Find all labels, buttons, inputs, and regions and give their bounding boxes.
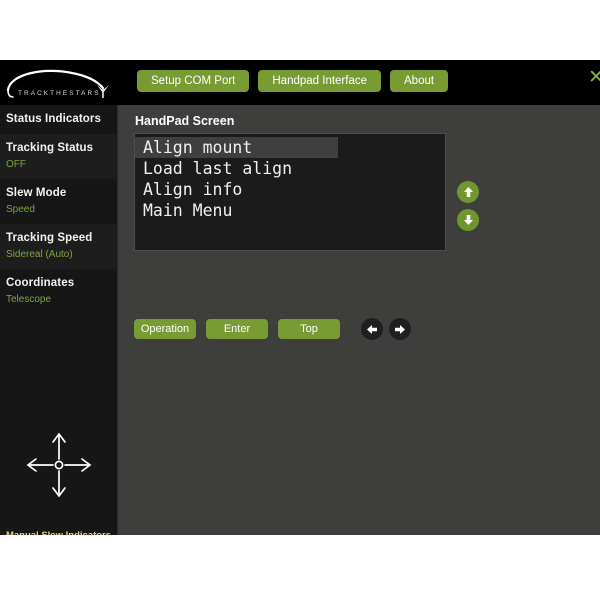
tab-handpad-interface[interactable]: Handpad Interface xyxy=(258,70,381,92)
handpad-line[interactable]: Load last align xyxy=(135,158,445,179)
tab-about[interactable]: About xyxy=(390,70,448,92)
scroll-down-button[interactable] xyxy=(457,209,479,231)
four-way-arrows-icon xyxy=(23,429,95,501)
coordinates-label: Coordinates xyxy=(6,276,117,291)
handpad-line-selected[interactable]: Align mount xyxy=(135,137,338,158)
manual-slew-indicator xyxy=(0,415,117,515)
arrow-up-icon xyxy=(463,186,474,198)
handpad-line[interactable]: Main Menu xyxy=(135,200,445,221)
horizontal-arrow-buttons xyxy=(361,318,411,340)
sidebar-item-tracking-speed: Tracking Speed Sidereal (Auto) xyxy=(0,224,117,269)
sidebar-item-slew-mode: Slew Mode Speed xyxy=(0,179,117,224)
app-header: TRACKTHESTARS Setup COM Port Handpad Int… xyxy=(0,60,600,105)
handpad-screen[interactable]: Align mount Load last align Align info M… xyxy=(134,133,446,251)
manual-slew-indicators-label: Manual Slew Indicators xyxy=(0,530,117,535)
sidebar-item-coordinates: Coordinates Telescope xyxy=(0,269,117,314)
top-button[interactable]: Top xyxy=(278,319,340,339)
trackthestars-logo: TRACKTHESTARS xyxy=(4,64,116,102)
slew-mode-label: Slew Mode xyxy=(6,186,117,201)
sidebar-item-tracking-status: Tracking Status OFF xyxy=(0,134,117,179)
action-bar: Operation Enter Top xyxy=(134,318,411,340)
tracking-speed-label: Tracking Speed xyxy=(6,231,117,246)
arrow-down-icon xyxy=(463,214,474,226)
sidebar-heading-section: Status Indicators xyxy=(0,105,117,134)
application-window: TRACKTHESTARS Setup COM Port Handpad Int… xyxy=(0,60,600,535)
enter-button[interactable]: Enter xyxy=(206,319,268,339)
handpad-line[interactable]: Align info xyxy=(135,179,445,200)
close-icon[interactable]: ✕ xyxy=(588,68,600,87)
main-content: HandPad Screen Align mount Load last ali… xyxy=(119,105,600,535)
arrow-left-icon xyxy=(366,324,378,335)
swoosh-star-logo-icon: TRACKTHESTARS xyxy=(4,64,116,102)
tracking-status-value: OFF xyxy=(6,158,117,172)
page-title: HandPad Screen xyxy=(135,114,234,128)
scroll-up-button[interactable] xyxy=(457,181,479,203)
scroll-right-button[interactable] xyxy=(389,318,411,340)
operation-button[interactable]: Operation xyxy=(134,319,196,339)
slew-mode-value: Speed xyxy=(6,203,117,217)
sidebar-heading: Status Indicators xyxy=(6,112,117,127)
scroll-buttons xyxy=(457,181,479,231)
tracking-status-label: Tracking Status xyxy=(6,141,117,156)
logo-wordmark: TRACKTHESTARS xyxy=(18,90,101,97)
status-sidebar: Status Indicators Tracking Status OFF Sl… xyxy=(0,105,118,535)
header-tabs: Setup COM Port Handpad Interface About xyxy=(137,70,448,92)
tracking-speed-value: Sidereal (Auto) xyxy=(6,248,117,262)
coordinates-value: Telescope xyxy=(6,293,117,307)
arrow-right-icon xyxy=(394,324,406,335)
tab-setup-com-port[interactable]: Setup COM Port xyxy=(137,70,249,92)
scroll-left-button[interactable] xyxy=(361,318,383,340)
